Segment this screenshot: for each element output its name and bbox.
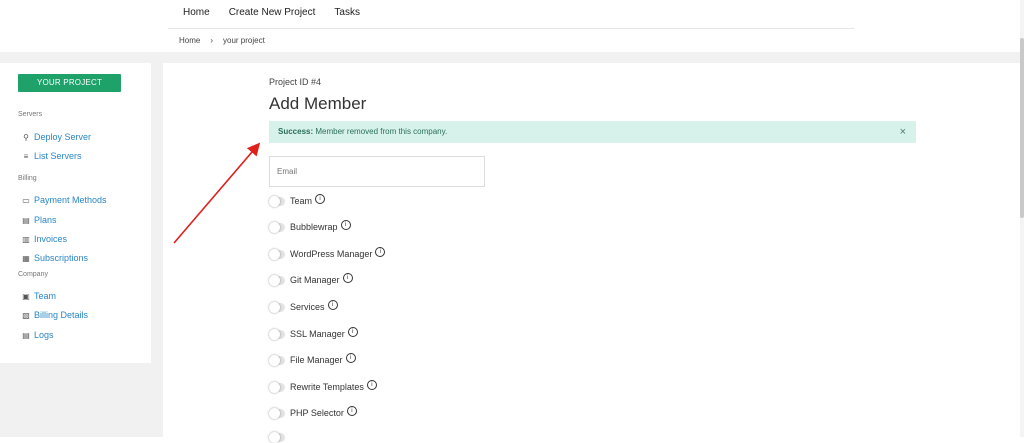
- scrollbar-thumb[interactable]: [1020, 38, 1024, 218]
- scrollbar[interactable]: [1020, 0, 1024, 437]
- annotation-arrow: [173, 142, 261, 244]
